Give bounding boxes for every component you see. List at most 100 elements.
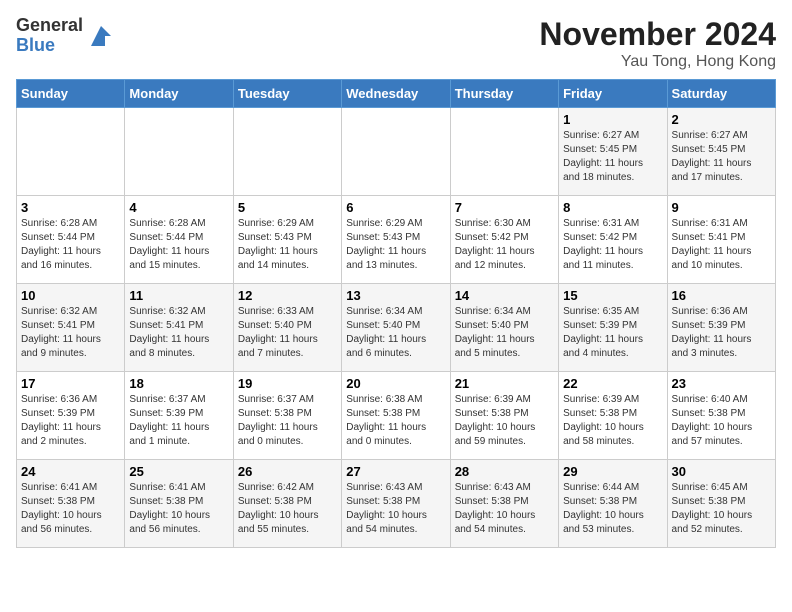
- calendar-week-5: 24 Sunrise: 6:41 AM Sunset: 5:38 PM Dayli…: [17, 460, 776, 548]
- calendar-cell: 28 Sunrise: 6:43 AM Sunset: 5:38 PM Dayli…: [450, 460, 558, 548]
- calendar-cell: [342, 108, 450, 196]
- day-number: 23: [672, 376, 771, 391]
- day-info: Sunrise: 6:37 AM Sunset: 5:38 PM Dayligh…: [238, 393, 337, 449]
- calendar-cell: 30Sunrise: 6:45 AM Sunset: 5:38 PM Dayli…: [667, 460, 775, 548]
- day-info: Sunrise: 6:31 AM Sunset: 5:42 PM Dayligh…: [563, 217, 662, 273]
- calendar-cell: 27Sunrise: 6:43 AM Sunset: 5:38 PM Dayli…: [342, 460, 450, 548]
- calendar-cell: 17Sunrise: 6:36 AM Sunset: 5:39 PM Dayli…: [17, 372, 125, 460]
- calendar-cell: 23 Sunrise: 6:40 AM Sunset: 5:38 PM Dayli…: [667, 372, 775, 460]
- day-header-monday: Monday: [125, 80, 233, 108]
- calendar-cell: 4 Sunrise: 6:28 AM Sunset: 5:44 PM Daylig…: [125, 196, 233, 284]
- day-number: 26: [238, 464, 337, 479]
- calendar-cell: 18 Sunrise: 6:37 AM Sunset: 5:39 PM Dayli…: [125, 372, 233, 460]
- day-number: 19: [238, 376, 337, 391]
- day-number: 13: [346, 288, 445, 303]
- day-info: Sunrise: 6:28 AM Sunset: 5:44 PM Dayligh…: [129, 217, 228, 273]
- day-info: Sunrise: 6:40 AM Sunset: 5:38 PM Dayligh…: [672, 393, 771, 449]
- page-header: General Blue November 2024 Yau Tong, Hon…: [16, 16, 776, 71]
- calendar-cell: 1Sunrise: 6:27 AM Sunset: 5:45 PM Daylig…: [559, 108, 667, 196]
- day-info: Sunrise: 6:28 AM Sunset: 5:44 PM Dayligh…: [21, 217, 120, 273]
- day-number: 30: [672, 464, 771, 479]
- calendar-cell: 14Sunrise: 6:34 AM Sunset: 5:40 PM Dayli…: [450, 284, 558, 372]
- day-number: 5: [238, 200, 337, 215]
- day-number: 25: [129, 464, 228, 479]
- calendar-cell: 19 Sunrise: 6:37 AM Sunset: 5:38 PM Dayli…: [233, 372, 341, 460]
- day-number: 1: [563, 112, 662, 127]
- day-info: Sunrise: 6:42 AM Sunset: 5:38 PM Dayligh…: [238, 481, 337, 537]
- calendar-week-3: 10Sunrise: 6:32 AM Sunset: 5:41 PM Dayli…: [17, 284, 776, 372]
- day-number: 6: [346, 200, 445, 215]
- day-number: 18: [129, 376, 228, 391]
- day-info: Sunrise: 6:38 AM Sunset: 5:38 PM Dayligh…: [346, 393, 445, 449]
- day-number: 24: [21, 464, 120, 479]
- calendar-cell: 25 Sunrise: 6:41 AM Sunset: 5:38 PM Dayli…: [125, 460, 233, 548]
- day-info: Sunrise: 6:33 AM Sunset: 5:40 PM Dayligh…: [238, 305, 337, 361]
- day-info: Sunrise: 6:34 AM Sunset: 5:40 PM Dayligh…: [346, 305, 445, 361]
- calendar-table: SundayMondayTuesdayWednesdayThursdayFrid…: [16, 79, 776, 548]
- calendar-cell: 3 Sunrise: 6:28 AM Sunset: 5:44 PM Daylig…: [17, 196, 125, 284]
- day-header-thursday: Thursday: [450, 80, 558, 108]
- month-title: November 2024: [539, 16, 776, 53]
- day-number: 29: [563, 464, 662, 479]
- day-info: Sunrise: 6:41 AM Sunset: 5:38 PM Dayligh…: [129, 481, 228, 537]
- calendar-cell: 7 Sunrise: 6:30 AM Sunset: 5:42 PM Daylig…: [450, 196, 558, 284]
- calendar-cell: [450, 108, 558, 196]
- calendar-week-4: 17Sunrise: 6:36 AM Sunset: 5:39 PM Dayli…: [17, 372, 776, 460]
- day-info: Sunrise: 6:37 AM Sunset: 5:39 PM Dayligh…: [129, 393, 228, 449]
- day-info: Sunrise: 6:44 AM Sunset: 5:38 PM Dayligh…: [563, 481, 662, 537]
- day-info: Sunrise: 6:43 AM Sunset: 5:38 PM Dayligh…: [455, 481, 554, 537]
- title-block: November 2024 Yau Tong, Hong Kong: [539, 16, 776, 71]
- day-number: 22: [563, 376, 662, 391]
- day-info: Sunrise: 6:32 AM Sunset: 5:41 PM Dayligh…: [129, 305, 228, 361]
- day-number: 3: [21, 200, 120, 215]
- calendar-week-1: 1 Sunrise: 6:27 AM Sunset: 5:45 PM Daylig…: [17, 108, 776, 196]
- logo-blue-text: Blue: [16, 36, 83, 56]
- calendar-cell: 16 Sunrise: 6:36 AM Sunset: 5:39 PM Dayli…: [667, 284, 775, 372]
- day-number: 14: [455, 288, 554, 303]
- day-header-tuesday: Tuesday: [233, 80, 341, 108]
- calendar-cell: 20Sunrise: 6:38 AM Sunset: 5:38 PM Dayli…: [342, 372, 450, 460]
- day-info: Sunrise: 6:32 AM Sunset: 5:41 PM Dayligh…: [21, 305, 120, 361]
- calendar-cell: 8 Sunrise: 6:31 AM Sunset: 5:42 PM Daylig…: [559, 196, 667, 284]
- calendar-cell: 29 Sunrise: 6:44 AM Sunset: 5:38 PM Dayli…: [559, 460, 667, 548]
- calendar-cell: 10Sunrise: 6:32 AM Sunset: 5:41 PM Dayli…: [17, 284, 125, 372]
- calendar-cell: 12 Sunrise: 6:33 AM Sunset: 5:40 PM Dayli…: [233, 284, 341, 372]
- calendar-cell: 2 Sunrise: 6:27 AM Sunset: 5:45 PM Daylig…: [667, 108, 775, 196]
- calendar-cell: 11Sunrise: 6:32 AM Sunset: 5:41 PM Dayli…: [125, 284, 233, 372]
- day-info: Sunrise: 6:39 AM Sunset: 5:38 PM Dayligh…: [563, 393, 662, 449]
- calendar-cell: 5 Sunrise: 6:29 AM Sunset: 5:43 PM Daylig…: [233, 196, 341, 284]
- day-number: 4: [129, 200, 228, 215]
- day-info: Sunrise: 6:43 AM Sunset: 5:38 PM Dayligh…: [346, 481, 445, 537]
- location: Yau Tong, Hong Kong: [539, 53, 776, 71]
- day-header-friday: Friday: [559, 80, 667, 108]
- calendar-cell: 9 Sunrise: 6:31 AM Sunset: 5:41 PM Daylig…: [667, 196, 775, 284]
- calendar-body: 1 Sunrise: 6:27 AM Sunset: 5:45 PM Daylig…: [17, 108, 776, 548]
- day-number: 12: [238, 288, 337, 303]
- day-info: Sunrise: 6:30 AM Sunset: 5:42 PM Dayligh…: [455, 217, 554, 273]
- day-info: Sunrise: 6:31 AM Sunset: 5:41 PM Dayligh…: [672, 217, 771, 273]
- calendar-cell: [125, 108, 233, 196]
- day-number: 28: [455, 464, 554, 479]
- day-info: Sunrise: 6:36 AM Sunset: 5:39 PM Dayligh…: [21, 393, 120, 449]
- calendar-cell: 24 Sunrise: 6:41 AM Sunset: 5:38 PM Dayli…: [17, 460, 125, 548]
- day-info: Sunrise: 6:27 AM Sunset: 5:45 PM Dayligh…: [672, 129, 771, 185]
- day-number: 9: [672, 200, 771, 215]
- day-number: 16: [672, 288, 771, 303]
- day-number: 7: [455, 200, 554, 215]
- day-header-wednesday: Wednesday: [342, 80, 450, 108]
- calendar-cell: 6Sunrise: 6:29 AM Sunset: 5:43 PM Daylig…: [342, 196, 450, 284]
- calendar-cell: 22 Sunrise: 6:39 AM Sunset: 5:38 PM Dayli…: [559, 372, 667, 460]
- day-info: Sunrise: 6:36 AM Sunset: 5:39 PM Dayligh…: [672, 305, 771, 361]
- day-number: 8: [563, 200, 662, 215]
- day-number: 2: [672, 112, 771, 127]
- day-header-sunday: Sunday: [17, 80, 125, 108]
- calendar-cell: 15Sunrise: 6:35 AM Sunset: 5:39 PM Dayli…: [559, 284, 667, 372]
- day-info: Sunrise: 6:41 AM Sunset: 5:38 PM Dayligh…: [21, 481, 120, 537]
- calendar-cell: [17, 108, 125, 196]
- day-info: Sunrise: 6:35 AM Sunset: 5:39 PM Dayligh…: [563, 305, 662, 361]
- calendar-week-2: 3 Sunrise: 6:28 AM Sunset: 5:44 PM Daylig…: [17, 196, 776, 284]
- logo-general-text: General: [16, 16, 83, 36]
- calendar-cell: 13 Sunrise: 6:34 AM Sunset: 5:40 PM Dayli…: [342, 284, 450, 372]
- day-number: 21: [455, 376, 554, 391]
- day-info: Sunrise: 6:29 AM Sunset: 5:43 PM Dayligh…: [238, 217, 337, 273]
